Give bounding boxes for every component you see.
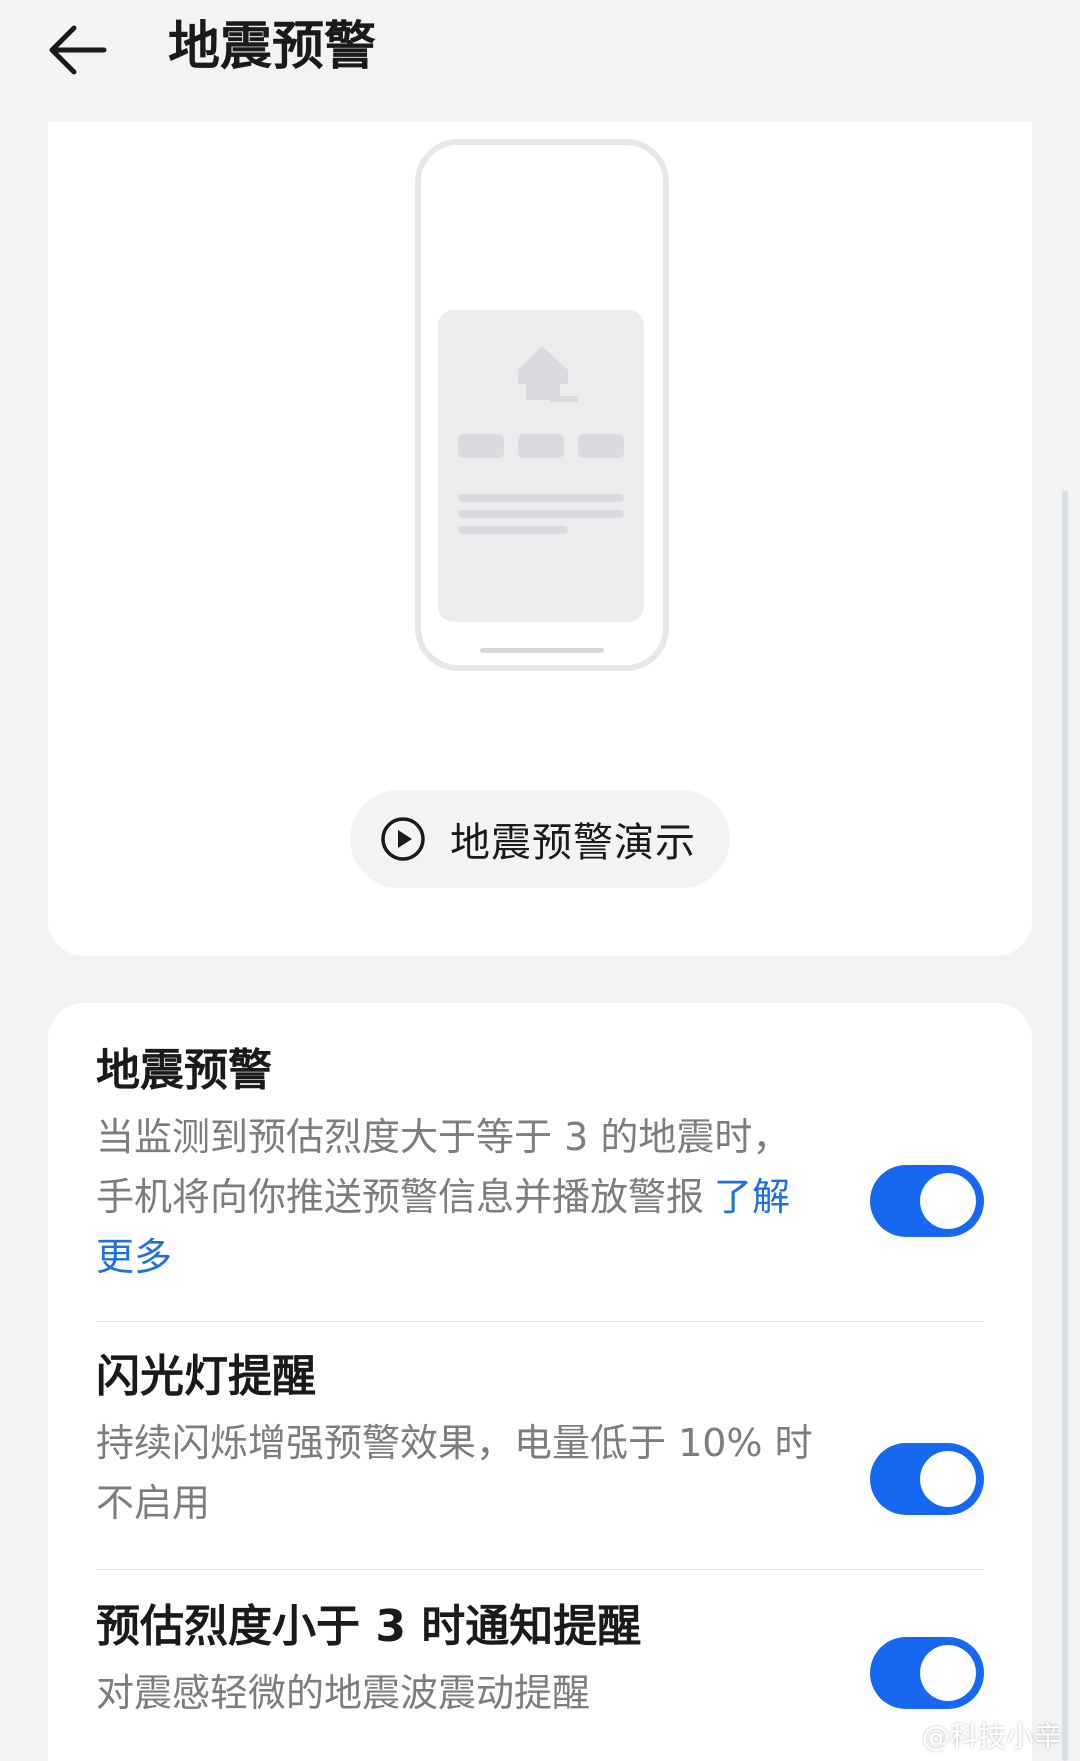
- setting-row-earthquake-warning[interactable]: 地震预警 当监测到预估烈度大于等于 3 的地震时，手机将向你推送预警信息并播放警…: [96, 1041, 984, 1281]
- toggle-knob: [920, 1451, 976, 1507]
- divider: [96, 1569, 984, 1570]
- earthquake-warning-toggle[interactable]: [870, 1165, 984, 1237]
- setting-description: 当监测到预估烈度大于等于 3 的地震时，手机将向你推送预警信息并播放警报 了解更多: [96, 1107, 826, 1287]
- setting-description-text: 当监测到预估烈度大于等于 3 的地震时，手机将向你推送预警信息并播放警报: [96, 1115, 791, 1219]
- watermark: @科技小辛: [882, 1715, 1062, 1755]
- weibo-icon: [882, 1722, 917, 1750]
- arrow-left-icon[interactable]: [44, 10, 124, 90]
- flashlight-reminder-toggle[interactable]: [870, 1443, 984, 1515]
- watermark-text: @科技小辛: [921, 1720, 1062, 1753]
- earthquake-warning-page: 地震预警 地震预警演示 地震预警 当监测到预估烈度大于等于 3 的地震时，手机将…: [0, 0, 1080, 1761]
- setting-title: 预估烈度小于 3 时通知提醒: [96, 1601, 642, 1652]
- setting-text: 闪光灯提醒 持续闪烁增强预警效果，电量低于 10% 时不启用: [96, 1347, 826, 1533]
- phone-alert-illustration: [415, 139, 669, 671]
- page-title: 地震预警: [168, 17, 377, 77]
- earthquake-demo-button[interactable]: 地震预警演示: [350, 790, 730, 888]
- setting-row-low-intensity-notify[interactable]: 预估烈度小于 3 时通知提醒 对震感轻微的地震波震动提醒: [96, 1597, 984, 1737]
- low-intensity-notify-toggle[interactable]: [870, 1637, 984, 1709]
- play-circle-icon: [381, 817, 425, 861]
- setting-text: 预估烈度小于 3 时通知提醒 对震感轻微的地震波震动提醒: [96, 1597, 856, 1723]
- divider: [96, 1321, 984, 1322]
- setting-description: 对震感轻微的地震波震动提醒: [96, 1671, 591, 1715]
- scrollbar[interactable]: [1062, 490, 1068, 1761]
- demo-button-label: 地震预警演示: [450, 820, 696, 866]
- setting-title: 闪光灯提醒: [96, 1351, 316, 1402]
- toggle-knob: [920, 1173, 976, 1229]
- setting-title: 地震预警: [96, 1045, 272, 1096]
- setting-text: 地震预警 当监测到预估烈度大于等于 3 的地震时，手机将向你推送预警信息并播放警…: [96, 1041, 826, 1287]
- setting-description: 持续闪烁增强预警效果，电量低于 10% 时不启用: [96, 1421, 813, 1525]
- app-header: 地震预警: [0, 0, 1080, 110]
- setting-row-flashlight-reminder[interactable]: 闪光灯提醒 持续闪烁增强预警效果，电量低于 10% 时不启用: [96, 1347, 984, 1547]
- toggle-knob: [920, 1645, 976, 1701]
- preview-card: 地震预警演示: [48, 122, 1032, 956]
- settings-card: 地震预警 当监测到预估烈度大于等于 3 的地震时，手机将向你推送预警信息并播放警…: [48, 1003, 1032, 1761]
